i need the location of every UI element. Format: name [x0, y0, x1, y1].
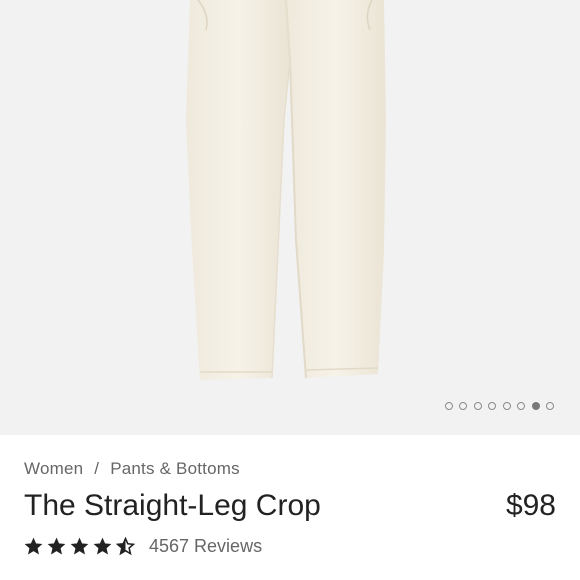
product-photo-pants	[186, 0, 386, 380]
carousel-dot-3[interactable]	[473, 402, 482, 410]
carousel-dot-1[interactable]	[444, 402, 453, 410]
star-icon	[47, 537, 66, 555]
carousel-dot-4[interactable]	[488, 402, 496, 410]
rating-stars	[24, 537, 135, 556]
star-icon	[24, 537, 43, 555]
breadcrumb-separator: /	[94, 459, 100, 478]
product-rating[interactable]: 4567 Reviews	[24, 536, 262, 557]
carousel-dot-8[interactable]	[546, 402, 554, 410]
star-icon	[93, 537, 112, 555]
carousel-dot-6[interactable]	[517, 402, 525, 410]
reviews-link[interactable]: 4567 Reviews	[149, 536, 262, 557]
product-image[interactable]	[0, 0, 580, 435]
product-title: The Straight-Leg Crop	[24, 489, 321, 522]
star-half-icon	[116, 537, 135, 556]
star-icon	[70, 537, 89, 555]
breadcrumb: Women / Pants & Bottoms	[24, 459, 240, 479]
carousel-dot-7[interactable]	[531, 402, 540, 410]
product-price: $98	[505, 489, 556, 522]
carousel-dots	[444, 402, 554, 410]
carousel-dot-2[interactable]	[459, 402, 467, 410]
carousel-dot-5[interactable]	[502, 402, 511, 410]
breadcrumb-pants-bottoms-link[interactable]: Pants & Bottoms	[110, 459, 240, 478]
breadcrumb-women-link[interactable]: Women	[24, 459, 83, 478]
